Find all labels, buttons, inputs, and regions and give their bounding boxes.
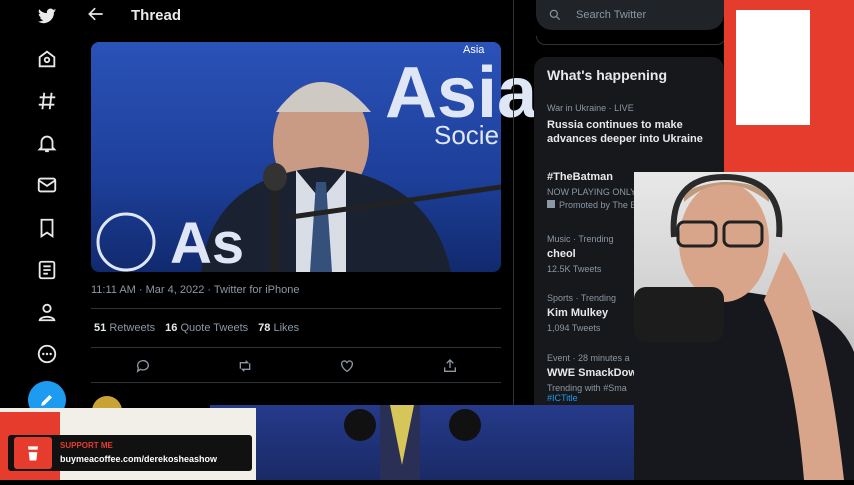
divider — [91, 382, 501, 383]
trend-item[interactable]: War in Ukraine · LIVE Russia continues t… — [547, 103, 722, 146]
profile-icon[interactable] — [34, 299, 60, 325]
tweet-stats: 51 Retweets 16 Quote Tweets 78 Likes — [94, 322, 299, 334]
twitter-logo-icon[interactable] — [34, 3, 60, 29]
compose-icon — [41, 395, 52, 406]
bookmark-icon[interactable] — [34, 215, 60, 241]
support-label: SUPPORT ME — [60, 441, 113, 450]
retweets-stat[interactable]: 51 Retweets — [94, 322, 155, 334]
reply-icon[interactable] — [135, 358, 151, 374]
back-button[interactable] — [86, 4, 110, 26]
list-icon[interactable] — [34, 257, 60, 283]
share-icon[interactable] — [442, 358, 458, 374]
arrow-left-icon — [88, 7, 103, 21]
webcam-feed — [634, 172, 854, 480]
column-divider — [513, 0, 514, 410]
mail-icon[interactable] — [34, 172, 60, 198]
likes-stat[interactable]: 78 Likes — [258, 322, 299, 334]
divider — [91, 308, 501, 309]
page-title: Thread — [131, 7, 182, 24]
secondary-video — [210, 405, 634, 480]
brand-logo-block — [736, 10, 810, 125]
home-icon[interactable] — [34, 46, 60, 72]
hashtag-icon[interactable] — [34, 88, 60, 114]
panel-edge — [536, 36, 726, 45]
quote-tweets-stat[interactable]: 16 Quote Tweets — [165, 322, 248, 334]
bell-icon[interactable] — [34, 130, 60, 156]
search-input[interactable]: Search Twitter — [576, 9, 646, 21]
promoted-icon — [547, 200, 555, 208]
tweet-timestamp[interactable]: 11:11 AM · Mar 4, 2022 · Twitter for iPh… — [91, 284, 300, 296]
whats-happening-title: What's happening — [547, 67, 667, 83]
retweet-icon[interactable] — [237, 358, 253, 374]
like-icon[interactable] — [339, 358, 355, 374]
support-url[interactable]: buymeacoffee.com/derekosheashow — [60, 454, 217, 464]
divider — [91, 347, 501, 348]
media-text-bottom: As — [170, 211, 245, 276]
media-text-society: Socie — [434, 120, 500, 150]
more-icon[interactable] — [34, 341, 60, 367]
media-watermark: Asia — [463, 44, 485, 56]
coffee-cup-icon — [14, 437, 52, 469]
search-icon — [549, 9, 561, 21]
